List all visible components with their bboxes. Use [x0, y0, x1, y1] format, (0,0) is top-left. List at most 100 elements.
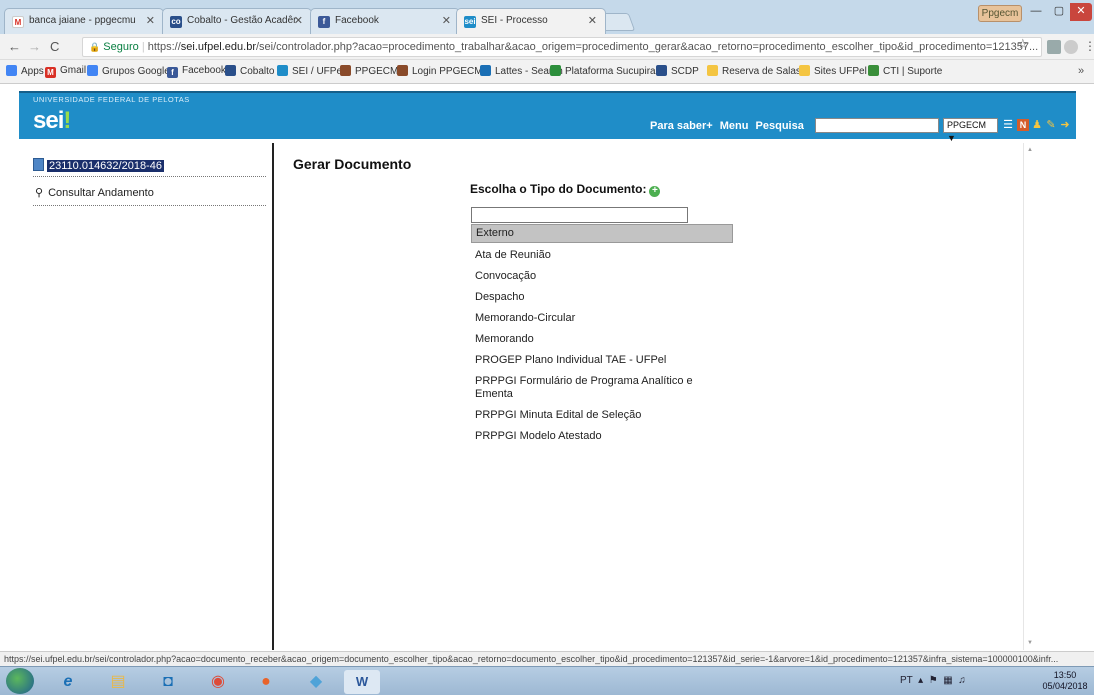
- url-prefix: https://: [147, 41, 181, 53]
- university-name: UNIVERSIDADE FEDERAL DE PELOTAS: [33, 95, 190, 104]
- forward-icon[interactable]: →: [28, 39, 41, 54]
- reload-icon[interactable]: C: [50, 39, 59, 54]
- cobalto-icon: co: [170, 16, 182, 28]
- extension-icon[interactable]: [1047, 40, 1061, 54]
- tab-gmail[interactable]: M banca jaiane - ppgecmu ✕: [4, 8, 164, 34]
- sei-icon: sei: [464, 16, 476, 28]
- clock[interactable]: 13:50 05/04/2018: [1040, 670, 1090, 692]
- unit-select[interactable]: PPGECM ▼: [943, 118, 998, 143]
- exit-icon[interactable]: ➜: [1059, 119, 1071, 131]
- process-folder-icon: [33, 158, 44, 171]
- close-tab-icon[interactable]: ✕: [294, 14, 303, 27]
- choose-type-label: Escolha o Tipo do Documento: +: [470, 182, 661, 197]
- bookmark-reserva-de-salas[interactable]: Reserva de Salas: [707, 65, 801, 77]
- document-type-option[interactable]: PRPPGI Formulário de Programa Analítico …: [471, 373, 733, 403]
- process-number-link[interactable]: 23110.014632/2018-46: [33, 158, 164, 172]
- browser-titlebar: M banca jaiane - ppgecmu ✕ co Cobalto - …: [0, 0, 1094, 34]
- bookmark-star-icon[interactable]: ☆: [1017, 36, 1029, 52]
- bookmark-scdp[interactable]: SCDP: [656, 65, 699, 77]
- tray-arrow-icon[interactable]: ▴: [915, 675, 923, 686]
- document-type-option[interactable]: Ata de Reunião: [471, 247, 733, 264]
- bookmarks-more-icon[interactable]: »: [1078, 65, 1084, 77]
- link-para-saber[interactable]: Para saber+: [650, 120, 713, 132]
- tab-sei-processo[interactable]: sei SEI - Processo ✕: [456, 8, 606, 34]
- close-tab-icon[interactable]: ✕: [146, 14, 155, 27]
- volume-icon[interactable]: ♫: [956, 675, 966, 686]
- bookmark-apps[interactable]: Apps: [6, 65, 44, 77]
- consultar-andamento-link[interactable]: ⚲ Consultar Andamento: [35, 186, 154, 199]
- bookmark-cti-suporte[interactable]: CTI | Suporte: [868, 65, 942, 77]
- tab-cobalto[interactable]: co Cobalto - Gestão Acadêr ✕: [162, 8, 312, 34]
- scroll-down-icon[interactable]: ▼: [1027, 640, 1033, 646]
- outlook-icon[interactable]: ◘: [150, 670, 186, 694]
- apps-grid-icon: [6, 65, 17, 76]
- document-type-option[interactable]: Memorando: [471, 331, 733, 348]
- document-type-option[interactable]: Externo: [471, 224, 733, 243]
- bookmark-sei-ufpel[interactable]: SEI / UFPel: [277, 65, 344, 77]
- header-links: Para saber+ Menu Pesquisa: [650, 120, 808, 132]
- user-icon[interactable]: ♟: [1031, 119, 1043, 131]
- document-type-list: Externo Ata de Reunião Convocação Despacho M…: [471, 224, 733, 449]
- document-type-option[interactable]: Convocação: [471, 268, 733, 285]
- bookmark-sucupira[interactable]: Plataforma Sucupira: [550, 65, 656, 77]
- url-input[interactable]: 🔒 Seguro | https://sei.ufpel.edu.br/sei/…: [82, 37, 1042, 57]
- document-type-option[interactable]: PROGEP Plano Individual TAE - UFPel: [471, 352, 733, 369]
- bookmark-grupos-google[interactable]: Grupos Google: [87, 65, 170, 77]
- clock-time: 13:50: [1053, 670, 1077, 680]
- language-indicator[interactable]: PT: [900, 675, 913, 686]
- url-path: /sei/controlador.php?acao=procedimento_t…: [256, 41, 1039, 53]
- link-menu[interactable]: Menu: [720, 120, 749, 132]
- minimize-button[interactable]: —: [1024, 3, 1048, 21]
- close-tab-icon[interactable]: ✕: [442, 14, 451, 27]
- close-tab-icon[interactable]: ✕: [588, 14, 597, 27]
- browser-menu-icon[interactable]: ⋮: [1084, 39, 1094, 53]
- bookmarks-bar: Apps M Gmail Grupos Google f Facebook Coba…: [0, 60, 1094, 84]
- extension-icon[interactable]: [1064, 40, 1078, 54]
- document-type-option[interactable]: Despacho: [471, 289, 733, 306]
- back-icon[interactable]: ←: [8, 39, 21, 54]
- close-window-button[interactable]: ✕: [1070, 3, 1092, 21]
- bookmark-login-ppgecm[interactable]: Login PPGECM: [397, 65, 483, 77]
- tools-icon[interactable]: ✎: [1045, 119, 1057, 131]
- add-plus-icon[interactable]: +: [649, 186, 661, 197]
- news-icon[interactable]: N: [1017, 119, 1029, 131]
- ppgecm-icon: [340, 65, 351, 76]
- tab-label: banca jaiane - ppgecmu: [29, 15, 136, 26]
- start-button[interactable]: [6, 668, 34, 694]
- word-icon[interactable]: W: [344, 670, 380, 694]
- list-icon[interactable]: ☰: [1002, 119, 1014, 131]
- link-pesquisa[interactable]: Pesquisa: [756, 120, 804, 132]
- network-icon[interactable]: ▦: [941, 675, 952, 686]
- page-title: Gerar Documento: [293, 156, 412, 172]
- scdp-icon: [656, 65, 667, 76]
- tab-label: Cobalto - Gestão Acadêr: [187, 15, 297, 26]
- search-input[interactable]: [815, 118, 939, 133]
- divider: [33, 205, 266, 206]
- address-bar: ← → C 🔒 Seguro | https://sei.ufpel.edu.b…: [0, 34, 1094, 60]
- bookmark-ppgecm[interactable]: PPGECM: [340, 65, 398, 77]
- ppgecm-icon: [397, 65, 408, 76]
- document-type-option[interactable]: PRPPGI Modelo Atestado: [471, 428, 733, 445]
- firefox-icon[interactable]: ●: [248, 670, 284, 694]
- tab-facebook[interactable]: f Facebook ✕: [310, 8, 460, 34]
- document-type-option[interactable]: Memorando-Circular: [471, 310, 733, 327]
- process-tree-panel: 23110.014632/2018-46 ⚲ Consultar Andament…: [19, 143, 274, 650]
- tray-flag-icon[interactable]: ⚑: [926, 675, 938, 686]
- bookmark-sites-ufpel[interactable]: Sites UFPel: [799, 65, 867, 77]
- chrome-icon[interactable]: ◉: [200, 670, 236, 694]
- gmail-icon: M: [45, 67, 56, 78]
- content-scrollbar[interactable]: ▲ ▼: [1023, 143, 1037, 650]
- document-type-filter-input[interactable]: [471, 207, 688, 223]
- maximize-button[interactable]: ▢: [1048, 3, 1070, 21]
- sei-logo[interactable]: sei!: [33, 107, 71, 135]
- document-type-option[interactable]: PRPPGI Minuta Edital de Seleção: [471, 407, 733, 424]
- internet-explorer-icon[interactable]: e: [50, 670, 86, 694]
- scroll-up-icon[interactable]: ▲: [1027, 147, 1033, 153]
- divider: [33, 176, 266, 177]
- bookmark-gmail[interactable]: M Gmail: [45, 65, 86, 78]
- media-player-icon[interactable]: ◆: [298, 670, 334, 694]
- file-explorer-icon[interactable]: ▤: [100, 670, 136, 694]
- bookmark-cobalto[interactable]: Cobalto: [225, 65, 274, 77]
- bookmark-facebook[interactable]: f Facebook: [167, 65, 226, 78]
- user-profile-badge[interactable]: Ppgecm: [978, 5, 1022, 22]
